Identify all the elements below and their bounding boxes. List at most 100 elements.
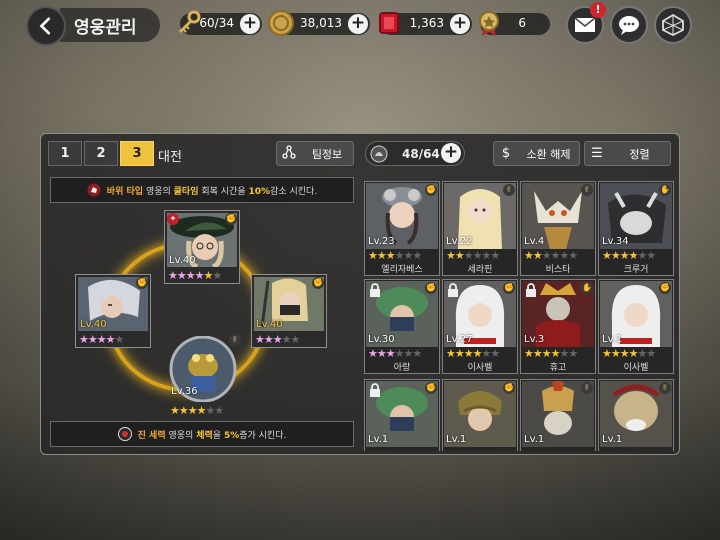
ruby-resource: 1,363 + bbox=[379, 12, 472, 35]
dollar-icon: $ bbox=[501, 146, 511, 161]
scissors-hand-icon: ✌ bbox=[229, 334, 241, 346]
formation-level: Lv.40 bbox=[256, 319, 283, 330]
rock-hand-icon: ✊ bbox=[503, 282, 515, 294]
ruby-plus-button[interactable]: + bbox=[450, 14, 470, 34]
hero-count-value: 48/64 bbox=[402, 147, 440, 161]
mail-icon bbox=[574, 17, 596, 32]
formation-stars: ★★★★★ bbox=[255, 333, 300, 346]
hero-level: Lv.1 bbox=[446, 434, 467, 445]
rock-hand-icon: ✊ bbox=[225, 213, 237, 225]
hero-stars: ★★★★★★ bbox=[368, 249, 422, 262]
hero-level: Lv.4 bbox=[524, 236, 545, 247]
scissors-hand-icon: ✌ bbox=[581, 382, 593, 394]
formation-slot-top[interactable]: ✦ ✊ Lv.40 ★★★★★★ bbox=[164, 210, 240, 284]
paper-hand-icon: ✋ bbox=[581, 282, 593, 294]
sort-button[interactable]: ☰ 정렬 bbox=[584, 141, 671, 166]
hero-name: 엘리자베스 bbox=[381, 265, 423, 275]
formation-slot-left[interactable]: ✊ Lv.40 ★★★★★ bbox=[75, 274, 151, 348]
scissors-hand-icon: ✌ bbox=[581, 184, 593, 196]
team-network-icon bbox=[277, 144, 301, 163]
tab-team-1[interactable]: 1 bbox=[48, 141, 82, 166]
buff2-stat: 체력 bbox=[196, 430, 213, 441]
stamina-value: 60/34 bbox=[199, 16, 234, 30]
formation-stars: ★★★★★★ bbox=[170, 404, 224, 417]
release-summon-button[interactable]: $ 소환 해제 bbox=[493, 141, 580, 166]
tab-team-2[interactable]: 2 bbox=[84, 141, 118, 166]
hero-level: Lv.22 bbox=[446, 236, 473, 247]
hero-count-display: 48/64 + bbox=[365, 141, 465, 166]
hero-stars: ★★★★★★ bbox=[368, 347, 422, 360]
hero-card[interactable]: ✊ Lv.30 ★★★★★★ 아랑 bbox=[364, 279, 440, 374]
tab-team-3[interactable]: 3 bbox=[120, 141, 154, 166]
gold-coin-icon bbox=[268, 10, 294, 36]
hero-level: Lv.1 bbox=[524, 434, 545, 445]
hero-stars: ★★★★★★ bbox=[602, 347, 656, 360]
buff-text-3: 감소 시킨다. bbox=[270, 186, 318, 197]
hero-slot-plus-button[interactable]: + bbox=[441, 143, 461, 163]
hero-level: Lv.34 bbox=[602, 236, 629, 247]
attribute-badge-icon: ✦ bbox=[167, 213, 179, 225]
formation-slot-right[interactable]: ✊ Lv.40 ★★★★★ bbox=[251, 274, 327, 348]
hero-level: Lv.1 bbox=[602, 334, 623, 345]
hero-card[interactable]: ✌ Lv.4 ★★★★★★ 비스타 bbox=[520, 181, 596, 276]
hero-card[interactable]: ✊ Lv.1 ★★★★★★ 이사벨 bbox=[598, 279, 674, 374]
hero-level: Lv.1 bbox=[368, 434, 389, 445]
buff2-percent: 5% bbox=[223, 430, 240, 441]
hero-stars: ★★★★★★ bbox=[446, 347, 500, 360]
hero-card[interactable]: ✊ Lv.1 bbox=[442, 379, 518, 451]
team-info-button[interactable]: 팀정보 bbox=[276, 141, 354, 166]
ruby-icon bbox=[379, 12, 399, 34]
buff-percent: 10% bbox=[248, 186, 271, 197]
battle-mode-label: 대전 bbox=[158, 150, 182, 165]
hero-stars: ★★★★★★ bbox=[524, 249, 578, 262]
buff2-text-1: 영웅의 bbox=[168, 430, 194, 441]
buff-stat: 쿨타임 bbox=[173, 186, 199, 197]
hero-list-grid[interactable]: ✊ Lv.23 ★★★★★★ 엘리자베스 ✌ Lv.22 ★★★★★★ 세라핀 … bbox=[362, 179, 676, 451]
formation-level: Lv.40 bbox=[169, 255, 196, 266]
hero-name: 휴고 bbox=[549, 363, 567, 373]
rock-hand-icon: ✊ bbox=[425, 184, 437, 196]
faction-emblem-icon bbox=[117, 427, 132, 441]
hero-name: 크루거 bbox=[623, 265, 649, 275]
formation-level: Lv.36 bbox=[171, 386, 198, 397]
chat-button[interactable] bbox=[610, 6, 648, 44]
formation-level: Lv.40 bbox=[80, 319, 107, 330]
hero-card[interactable]: ✊ Lv.1 bbox=[364, 379, 440, 451]
rock-hand-icon: ✊ bbox=[425, 382, 437, 394]
settings-dice-button[interactable] bbox=[654, 6, 692, 44]
hero-card[interactable]: ✋ Lv.34 ★★★★★★ 크루거 bbox=[598, 181, 674, 276]
dice-icon bbox=[662, 13, 684, 37]
mail-button[interactable]: ! bbox=[566, 2, 606, 44]
buff-text-1: 영웅의 bbox=[145, 186, 171, 197]
team-info-label: 팀정보 bbox=[311, 147, 343, 161]
hero-level: Lv.27 bbox=[446, 334, 473, 345]
formation-stars: ★★★★★★ bbox=[168, 269, 222, 282]
stamina-plus-button[interactable]: + bbox=[240, 14, 260, 34]
gold-plus-button[interactable]: + bbox=[348, 14, 368, 34]
formation-slot-bottom[interactable]: ✌ Lv.36 ★★★★★★ bbox=[167, 334, 241, 417]
honor-value: 6 bbox=[518, 16, 526, 30]
hero-card[interactable]: ✊ Lv.27 ★★★★★★ 이사벨 bbox=[442, 279, 518, 374]
stamina-resource: 60/34 + bbox=[178, 10, 262, 35]
buff2-text-3: 증가 시킨다. bbox=[239, 430, 287, 441]
ruby-value: 1,363 bbox=[409, 16, 444, 30]
hero-card[interactable]: ✌ Lv.1 bbox=[598, 379, 674, 451]
hero-card[interactable]: ✌ Lv.1 bbox=[520, 379, 596, 451]
hero-stars: ★★★★★★ bbox=[602, 249, 656, 262]
hero-card[interactable]: ✌ Lv.22 ★★★★★★ 세라핀 bbox=[442, 181, 518, 276]
hero-name: 비스타 bbox=[545, 265, 571, 275]
mail-notification-badge: ! bbox=[590, 2, 606, 18]
hero-card[interactable]: ✋ Lv.3 ★★★★★★ 휴고 bbox=[520, 279, 596, 374]
top-bar: 영웅관리 60/34 + 38,013 + 1,363 + 6 ! bbox=[0, 0, 720, 48]
hero-level: Lv.23 bbox=[368, 236, 395, 247]
gold-resource: 38,013 + bbox=[268, 10, 370, 36]
hero-stars: ★★★★★★ bbox=[446, 249, 500, 262]
buff-text-2: 회복 시간을 bbox=[201, 186, 246, 197]
gold-value: 38,013 bbox=[300, 16, 342, 30]
hero-name: 이사벨 bbox=[623, 363, 649, 373]
bottom-buff-banner: 진 세력 영웅의 체력을 5%증가 시킨다. bbox=[50, 421, 354, 447]
hero-card[interactable]: ✊ Lv.23 ★★★★★★ 엘리자베스 bbox=[364, 181, 440, 276]
medal-icon bbox=[479, 11, 499, 36]
back-button[interactable] bbox=[26, 6, 66, 46]
scissors-hand-icon: ✌ bbox=[503, 184, 515, 196]
